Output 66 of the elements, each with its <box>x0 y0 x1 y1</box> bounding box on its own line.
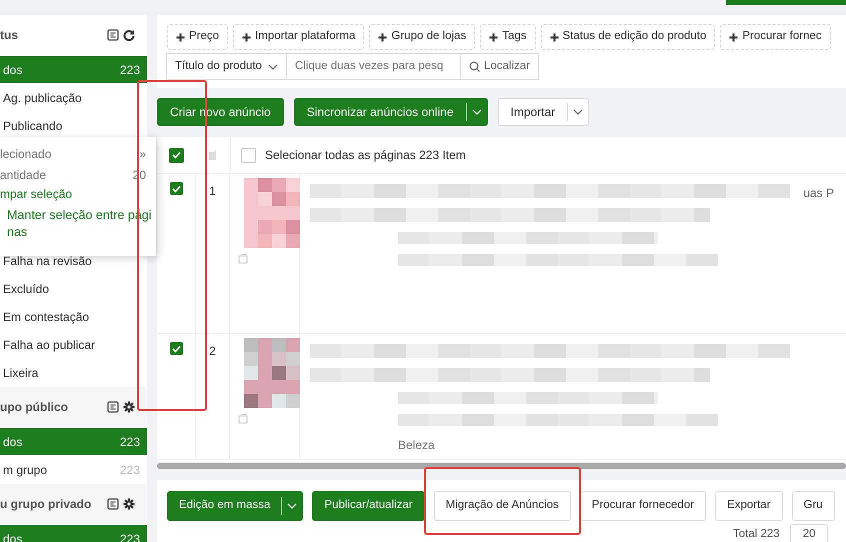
checkbox[interactable] <box>168 148 184 162</box>
section-title: u grupo privado <box>0 496 92 513</box>
sidebar-item[interactable]: dos 223 <box>0 428 147 455</box>
sidebar-item[interactable]: dos 223 <box>0 56 147 83</box>
sidebar-item[interactable]: Publicando <box>0 112 147 139</box>
check-icon <box>172 151 180 159</box>
plus-icon <box>729 32 738 42</box>
filter-button[interactable]: Status de edição do produto <box>540 24 716 50</box>
search-button[interactable]: Localizar <box>460 53 539 80</box>
clear-selection-link[interactable]: mpar seleção <box>0 185 146 203</box>
export-icon <box>107 29 119 41</box>
checkbox[interactable] <box>170 182 182 195</box>
plus-icon <box>242 32 252 42</box>
page-size-select[interactable]: 20 <box>790 524 828 542</box>
category-text: Beleza <box>398 437 436 454</box>
copy-icon <box>238 254 248 264</box>
filter-button[interactable]: Procurar fornec <box>720 24 831 50</box>
check-icon <box>172 184 180 192</box>
search-field[interactable]: Clique duas vezes para pesq <box>286 53 461 80</box>
filter-button[interactable]: Grupo de lojas <box>369 24 476 50</box>
plus-icon <box>176 32 185 42</box>
column-icon <box>208 149 217 161</box>
filter-button[interactable]: Importar plataforma <box>233 24 364 50</box>
total-label: Total 223 <box>733 527 780 542</box>
split-button[interactable]: Edição em massa <box>167 491 304 521</box>
check-icon <box>172 344 180 352</box>
select-all-label: Selecionar todas as páginas 223 Item <box>265 147 466 164</box>
sidebar-item[interactable]: Lixeira <box>0 359 147 386</box>
search-icon <box>468 61 480 72</box>
sidebar-item[interactable]: Falha ao publicar <box>0 331 147 358</box>
refresh-icon <box>123 29 135 41</box>
section-title: upo público <box>0 399 68 416</box>
checkbox[interactable] <box>170 342 182 355</box>
export-icon <box>107 498 119 510</box>
plus-icon <box>378 32 388 42</box>
sidebar-item[interactable]: Ag. publicação <box>0 84 147 111</box>
chevron-down-icon <box>472 109 482 115</box>
settings-icon <box>123 498 135 510</box>
row-number: 2 <box>209 343 216 360</box>
popup-label: antidade <box>0 166 46 184</box>
popup-label: lecionado <box>0 146 52 162</box>
sidebar-item[interactable]: Excluído <box>0 275 147 302</box>
scrollbar[interactable] <box>157 463 846 469</box>
chevron-down-icon <box>573 109 584 115</box>
filter-button[interactable]: Tags <box>480 24 536 50</box>
popup-value: » <box>139 146 146 162</box>
action-button[interactable]: Procurar fornecedor <box>580 491 706 521</box>
chevron-down-icon <box>287 503 298 509</box>
section-title: tus <box>0 27 18 44</box>
filter-button[interactable]: Preço <box>167 24 228 50</box>
export-icon <box>107 401 119 413</box>
sidebar-item[interactable]: Em contestação <box>0 303 147 330</box>
plus-icon <box>550 32 558 42</box>
field-select[interactable]: Título do produto <box>166 53 287 80</box>
settings-icon <box>123 401 135 413</box>
split-button[interactable]: Importar <box>498 98 590 126</box>
copy-icon <box>238 414 248 424</box>
action-button[interactable]: Publicar/atualizar <box>312 491 425 521</box>
action-button[interactable]: Gru <box>792 491 835 521</box>
plus-icon <box>489 32 498 42</box>
chevron-down-icon <box>268 64 278 70</box>
action-button[interactable]: Exportar <box>715 491 783 521</box>
split-button[interactable]: Sincronizar anúncios online <box>294 98 488 126</box>
action-button[interactable]: Migração de Anúncios <box>434 491 571 521</box>
row-number: 1 <box>209 183 216 200</box>
sidebar-item[interactable]: m grupo 223 <box>0 456 147 483</box>
